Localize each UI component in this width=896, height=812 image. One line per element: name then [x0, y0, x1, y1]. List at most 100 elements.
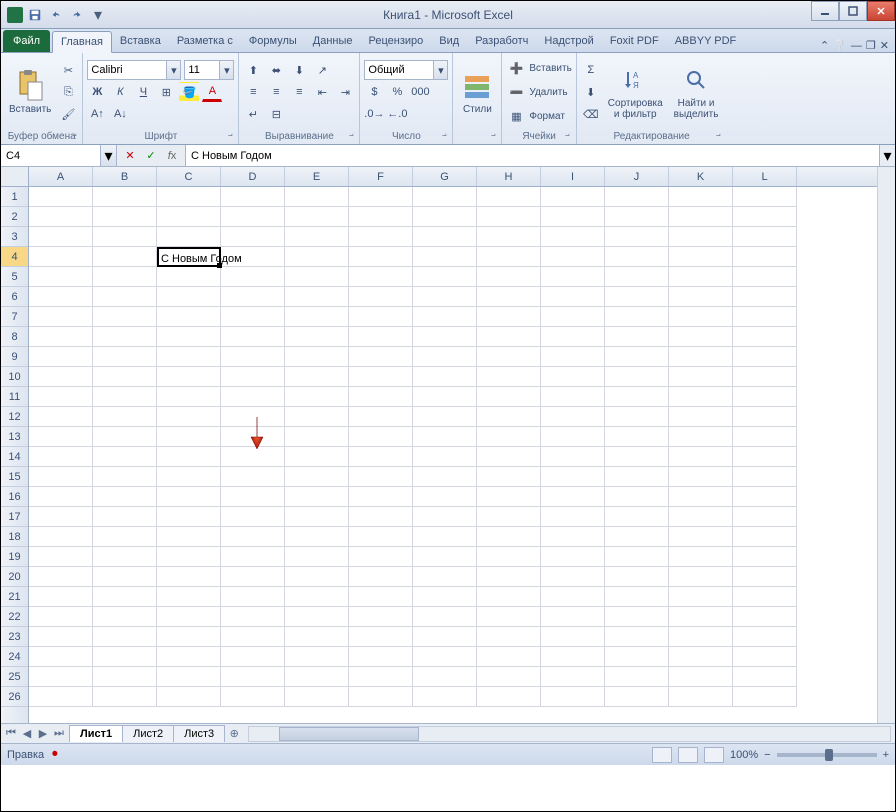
cell[interactable]	[285, 567, 349, 587]
cell[interactable]	[413, 607, 477, 627]
chevron-down-icon[interactable]: ▾	[167, 60, 181, 80]
indent-inc-icon[interactable]: ⇥	[335, 82, 355, 102]
cell[interactable]	[349, 487, 413, 507]
cell[interactable]	[541, 407, 605, 427]
column-header[interactable]: J	[605, 167, 669, 186]
cell[interactable]	[669, 427, 733, 447]
cell[interactable]	[541, 247, 605, 267]
tab-insert[interactable]: Вставка	[112, 30, 169, 52]
bold-icon[interactable]: Ж	[87, 82, 107, 102]
cell[interactable]	[285, 227, 349, 247]
row-header[interactable]: 15	[1, 467, 28, 487]
close-button[interactable]	[867, 1, 895, 21]
row-header[interactable]: 25	[1, 667, 28, 687]
cell[interactable]	[541, 667, 605, 687]
row-header[interactable]: 4	[1, 247, 28, 267]
cell[interactable]	[93, 487, 157, 507]
cell[interactable]	[29, 607, 93, 627]
cell[interactable]	[541, 387, 605, 407]
cell[interactable]	[29, 487, 93, 507]
cell[interactable]	[157, 307, 221, 327]
cell[interactable]	[349, 207, 413, 227]
tab-view[interactable]: Вид	[431, 30, 467, 52]
cell[interactable]	[477, 487, 541, 507]
cell[interactable]	[349, 247, 413, 267]
row-header[interactable]: 5	[1, 267, 28, 287]
cell[interactable]	[669, 387, 733, 407]
cell[interactable]	[477, 227, 541, 247]
tab-review[interactable]: Рецензиро	[361, 30, 432, 52]
cell[interactable]	[413, 207, 477, 227]
cell[interactable]	[733, 247, 797, 267]
sort-filter-button[interactable]: AЯ Сортировка и фильтр	[604, 62, 667, 122]
cell[interactable]	[93, 527, 157, 547]
cell[interactable]	[157, 627, 221, 647]
cell[interactable]	[93, 567, 157, 587]
cell[interactable]	[541, 467, 605, 487]
cell[interactable]	[733, 607, 797, 627]
cell[interactable]	[669, 627, 733, 647]
cell[interactable]	[221, 427, 285, 447]
cell[interactable]	[29, 427, 93, 447]
zoom-level[interactable]: 100%	[730, 749, 758, 761]
zoom-slider[interactable]	[777, 753, 877, 757]
column-header[interactable]: G	[413, 167, 477, 186]
cell[interactable]	[669, 687, 733, 707]
row-header[interactable]: 26	[1, 687, 28, 707]
cell[interactable]	[221, 667, 285, 687]
row-header[interactable]: 7	[1, 307, 28, 327]
cell[interactable]	[93, 327, 157, 347]
cell[interactable]	[733, 527, 797, 547]
cell[interactable]	[93, 427, 157, 447]
cell[interactable]	[541, 347, 605, 367]
name-box-dropdown[interactable]: ▾	[101, 145, 117, 166]
cell[interactable]	[477, 287, 541, 307]
cell[interactable]	[669, 407, 733, 427]
cell[interactable]	[221, 607, 285, 627]
cell[interactable]	[349, 187, 413, 207]
cell[interactable]	[157, 647, 221, 667]
cell[interactable]	[413, 387, 477, 407]
cell[interactable]	[157, 327, 221, 347]
cell[interactable]	[285, 467, 349, 487]
column-header[interactable]: F	[349, 167, 413, 186]
cell[interactable]	[477, 407, 541, 427]
clear-icon[interactable]: ⌫	[581, 104, 601, 124]
cell[interactable]	[157, 607, 221, 627]
cell[interactable]	[29, 187, 93, 207]
cell[interactable]	[93, 207, 157, 227]
cell[interactable]	[605, 427, 669, 447]
sheet-next-icon[interactable]: ▶	[35, 726, 51, 742]
cell[interactable]	[605, 407, 669, 427]
cell[interactable]	[29, 387, 93, 407]
cell[interactable]	[605, 487, 669, 507]
zoom-in-icon[interactable]: +	[883, 749, 889, 761]
cell[interactable]	[349, 327, 413, 347]
cell[interactable]	[221, 407, 285, 427]
ribbon-minimize-icon[interactable]: ⌃	[820, 39, 829, 52]
cell[interactable]	[157, 667, 221, 687]
cell[interactable]	[477, 307, 541, 327]
tab-pagelayout[interactable]: Разметка с	[169, 30, 241, 52]
cell[interactable]	[93, 627, 157, 647]
cell[interactable]	[285, 247, 349, 267]
column-header[interactable]: I	[541, 167, 605, 186]
cell[interactable]	[413, 667, 477, 687]
cell[interactable]	[349, 227, 413, 247]
vertical-scrollbar[interactable]	[877, 167, 895, 723]
cell[interactable]	[541, 567, 605, 587]
cell[interactable]	[349, 267, 413, 287]
cell[interactable]	[541, 207, 605, 227]
cell[interactable]	[733, 187, 797, 207]
cell[interactable]	[413, 687, 477, 707]
cell[interactable]	[29, 307, 93, 327]
view-pagebreak-icon[interactable]	[704, 747, 724, 763]
cell[interactable]	[221, 267, 285, 287]
cell[interactable]	[221, 347, 285, 367]
cell[interactable]	[605, 267, 669, 287]
cell[interactable]	[349, 587, 413, 607]
cell[interactable]	[29, 507, 93, 527]
cell[interactable]	[605, 527, 669, 547]
grow-font-icon[interactable]: A↑	[87, 104, 107, 124]
cell[interactable]	[29, 247, 93, 267]
